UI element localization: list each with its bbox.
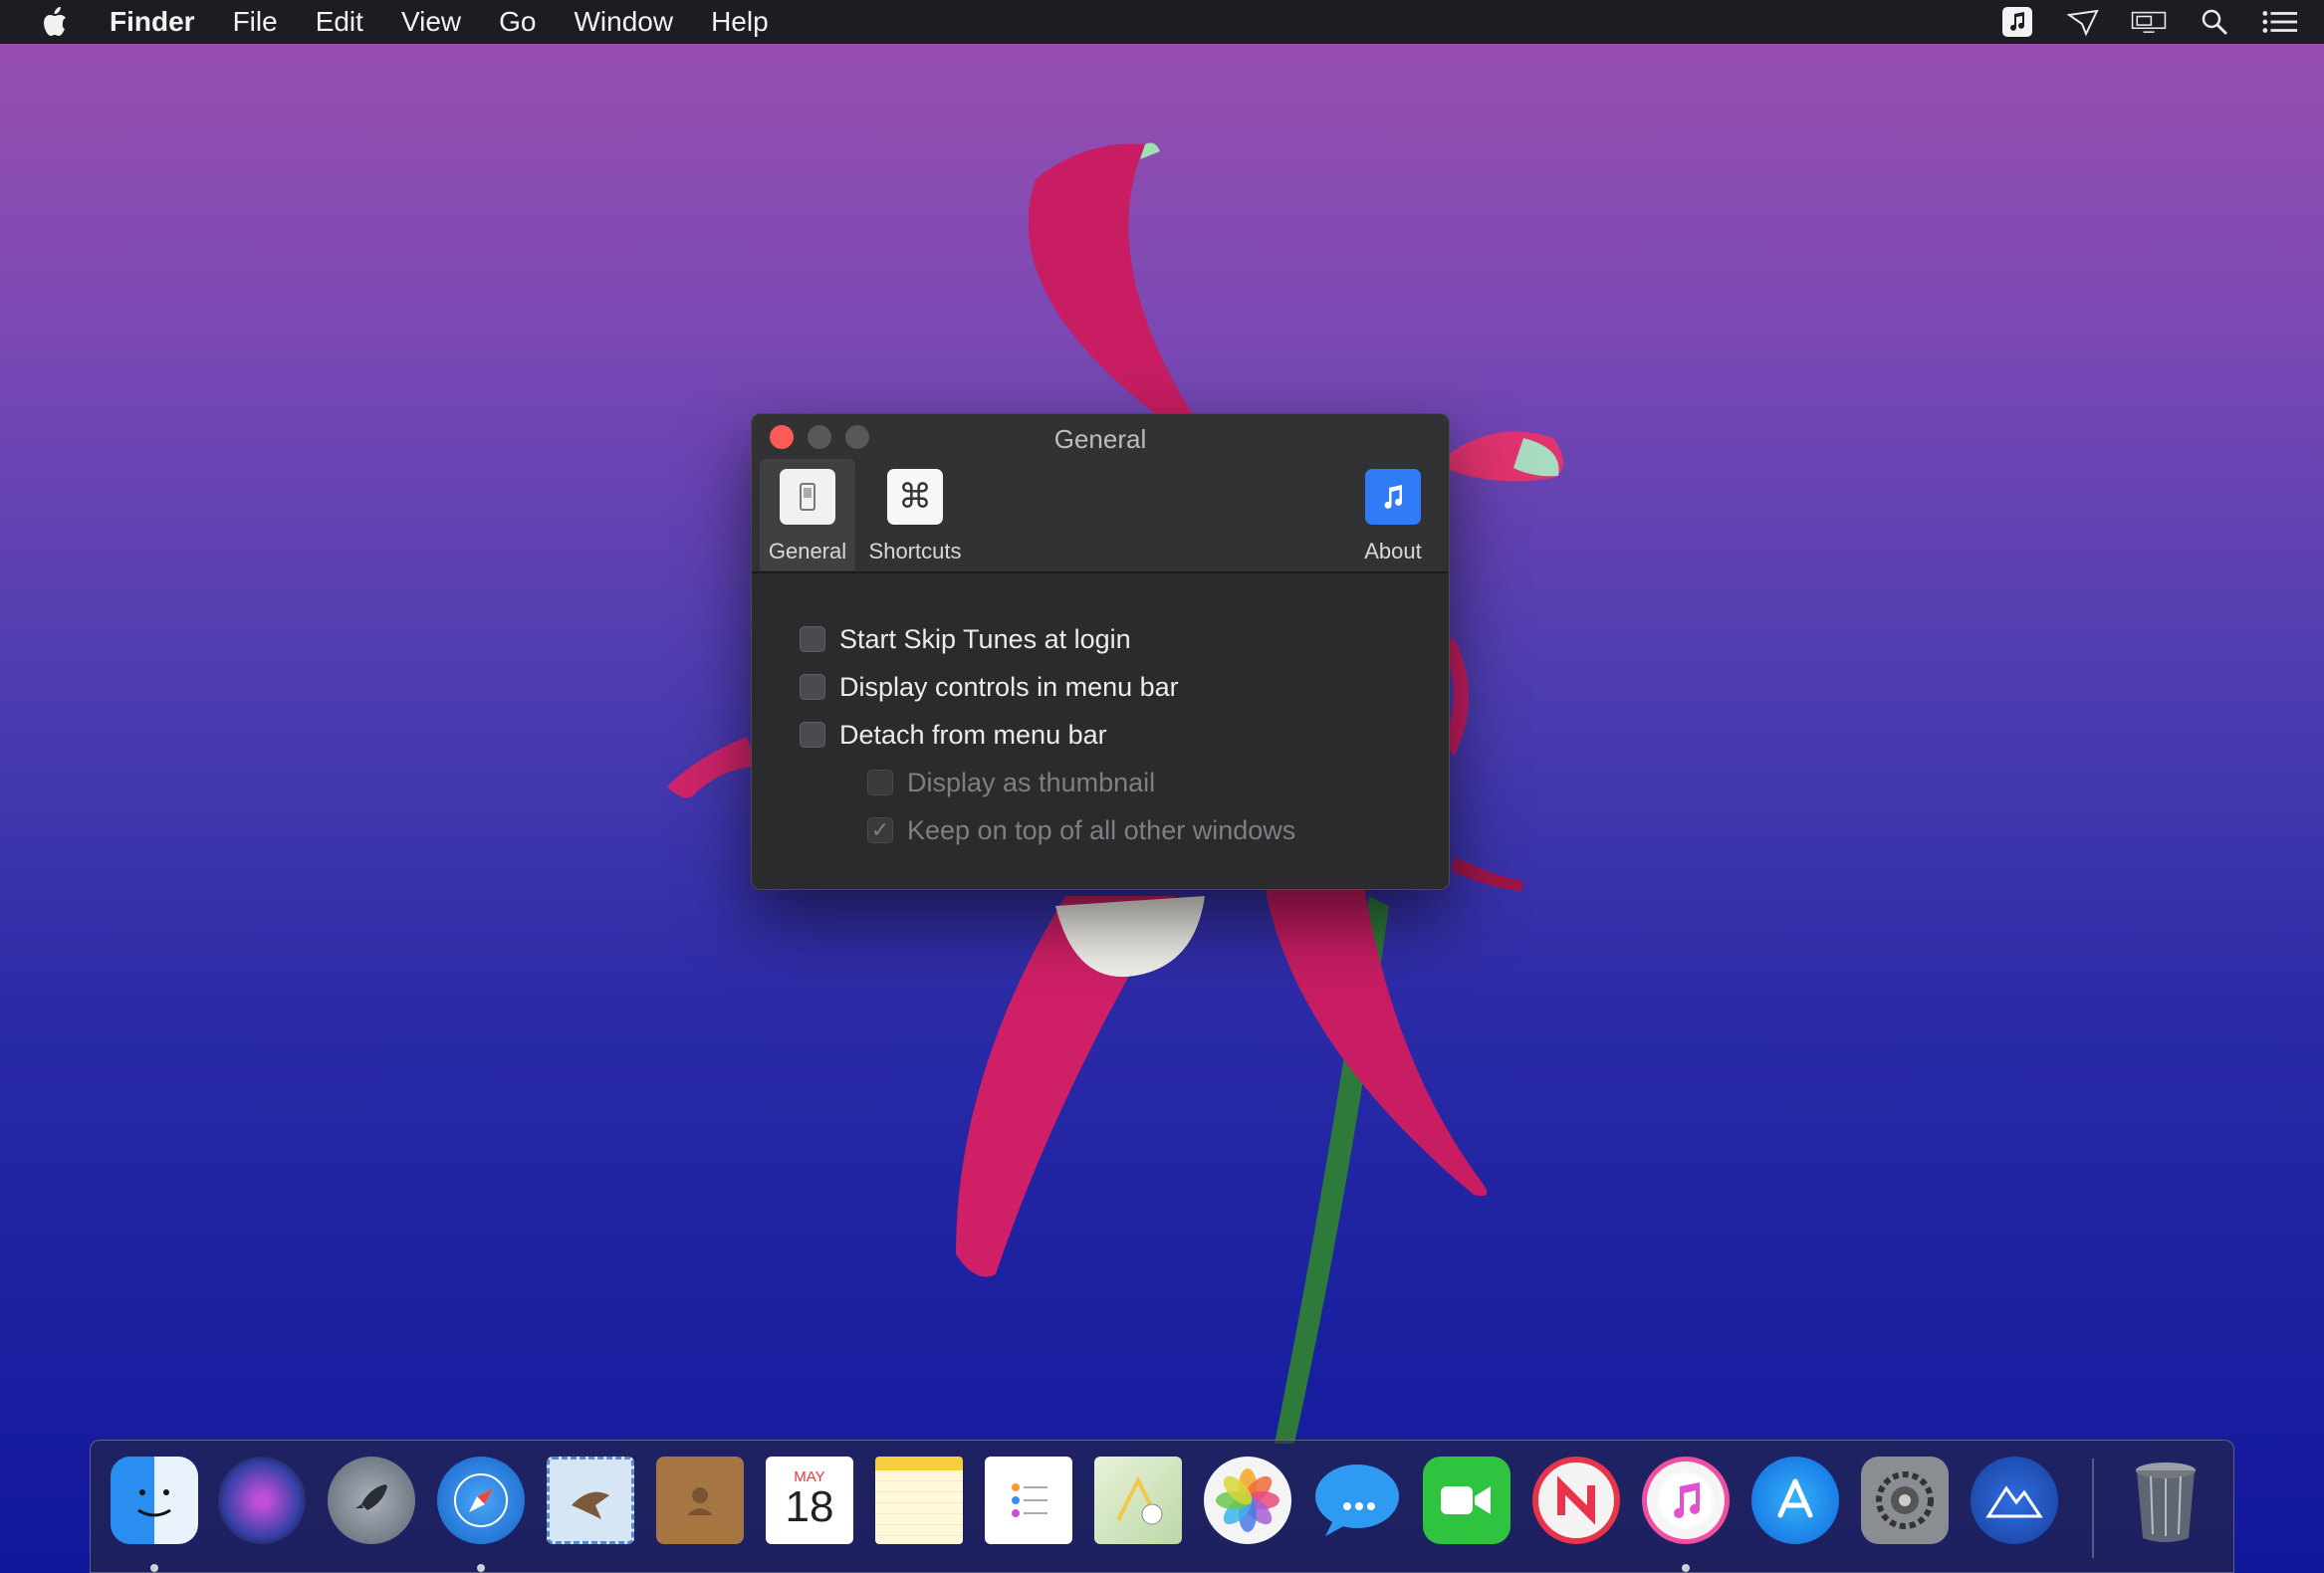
trash-icon[interactable] — [2122, 1457, 2209, 1544]
tab-general[interactable]: General — [760, 459, 855, 570]
command-key-icon: ⌘ — [887, 469, 943, 525]
itunes-icon[interactable] — [1642, 1457, 1730, 1544]
messages-icon[interactable] — [1313, 1457, 1401, 1544]
option-thumbnail: Display as thumbnail — [867, 759, 1449, 806]
notes-icon[interactable] — [875, 1457, 963, 1544]
contacts-icon[interactable] — [656, 1457, 744, 1544]
airdrop-icon[interactable] — [2065, 6, 2101, 38]
safari-icon[interactable] — [437, 1457, 525, 1544]
maps-icon[interactable] — [1094, 1457, 1182, 1544]
dock: MAY 18 — [90, 1440, 2234, 1573]
general-settings-pane: Start Skip Tunes at login Display contro… — [752, 573, 1449, 854]
window-title: General — [1053, 424, 1147, 454]
safari-running-indicator — [477, 1564, 485, 1572]
calendar-day: 18 — [785, 1481, 834, 1531]
calendar-icon[interactable]: MAY 18 — [766, 1457, 853, 1544]
menu-view[interactable]: View — [401, 6, 461, 38]
dock-separator — [2092, 1459, 2094, 1558]
mail-icon[interactable] — [547, 1457, 634, 1544]
app-store-icon[interactable] — [1751, 1457, 1839, 1544]
menu-app-name[interactable]: Finder — [110, 6, 195, 38]
switch-icon — [780, 469, 835, 525]
tab-shortcuts[interactable]: ⌘ Shortcuts — [867, 459, 963, 570]
detach-label: Detach from menu bar — [839, 719, 1107, 750]
tab-about[interactable]: About — [1345, 459, 1441, 570]
facetime-icon[interactable] — [1423, 1457, 1511, 1544]
macos-installer-icon[interactable] — [1971, 1457, 2058, 1544]
detach-checkbox[interactable] — [800, 722, 825, 748]
thumbnail-checkbox — [867, 770, 893, 795]
start-at-login-checkbox[interactable] — [800, 626, 825, 652]
notification-center-icon[interactable] — [2262, 6, 2298, 38]
reminders-icon[interactable] — [985, 1457, 1072, 1544]
menu-window[interactable]: Window — [574, 6, 673, 38]
thumbnail-label: Display as thumbnail — [907, 767, 1156, 797]
music-note-app-icon — [1365, 469, 1421, 525]
menu-file[interactable]: File — [233, 6, 278, 38]
siri-icon[interactable] — [218, 1457, 306, 1544]
keep-on-top-checkbox: ✓ — [867, 817, 893, 843]
menu-go[interactable]: Go — [499, 6, 536, 38]
display-controls-checkbox[interactable] — [800, 674, 825, 700]
system-preferences-icon[interactable] — [1861, 1457, 1949, 1544]
start-at-login-label: Start Skip Tunes at login — [839, 623, 1131, 654]
apple-menu-icon[interactable] — [0, 7, 110, 37]
spotlight-search-icon[interactable] — [2197, 6, 2232, 38]
launchpad-icon[interactable] — [328, 1457, 415, 1544]
option-display-controls[interactable]: Display controls in menu bar — [800, 663, 1449, 711]
tab-about-label: About — [1364, 539, 1422, 563]
tab-general-label: General — [768, 539, 847, 563]
finder-icon[interactable] — [111, 1457, 198, 1544]
checkmark-icon: ✓ — [870, 817, 890, 842]
preferences-window: General General ⌘ Shortcuts About Start … — [751, 413, 1450, 890]
option-detach[interactable]: Detach from menu bar — [800, 711, 1449, 759]
music-note-icon[interactable] — [1999, 6, 2035, 38]
tab-shortcuts-label: Shortcuts — [868, 539, 962, 563]
option-keep-on-top: ✓ Keep on top of all other windows — [867, 806, 1449, 854]
itunes-running-indicator — [1682, 1564, 1690, 1572]
menu-edit[interactable]: Edit — [316, 6, 363, 38]
window-titlebar: General General ⌘ Shortcuts About — [752, 414, 1449, 573]
news-icon[interactable] — [1532, 1457, 1620, 1544]
photos-icon[interactable] — [1204, 1457, 1291, 1544]
finder-running-indicator — [150, 1564, 158, 1572]
option-start-at-login[interactable]: Start Skip Tunes at login — [800, 615, 1449, 663]
menu-bar: Finder File Edit View Go Window Help — [0, 0, 2324, 44]
menu-help[interactable]: Help — [711, 6, 769, 38]
display-mirroring-icon[interactable] — [2131, 6, 2167, 38]
keep-on-top-label: Keep on top of all other windows — [907, 814, 1296, 845]
display-controls-label: Display controls in menu bar — [839, 671, 1179, 702]
